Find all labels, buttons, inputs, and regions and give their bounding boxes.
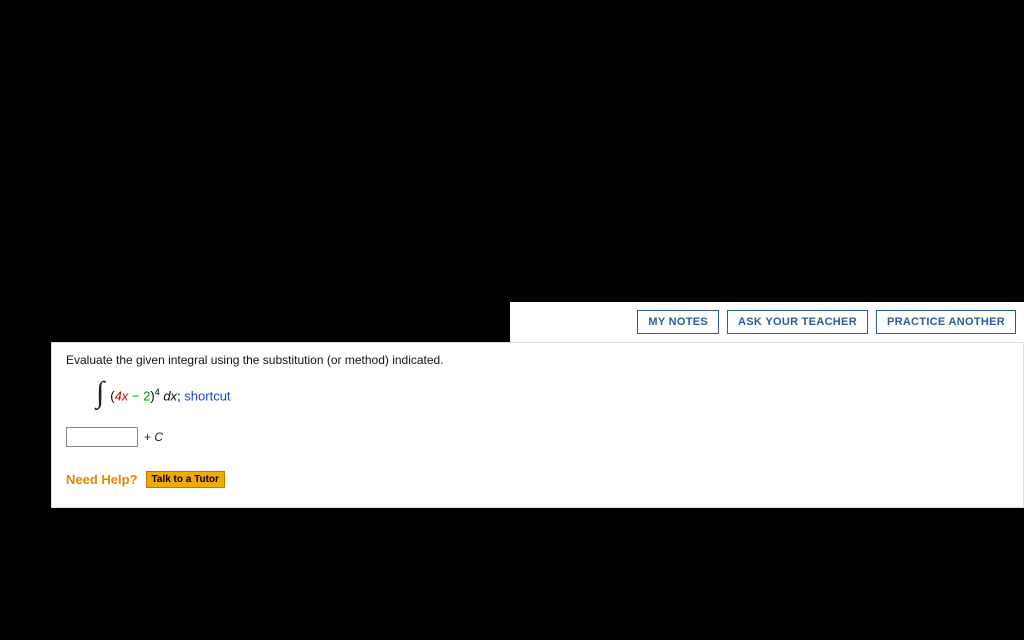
- ask-your-teacher-button[interactable]: ASK YOUR TEACHER: [727, 310, 868, 334]
- plus-c-suffix: + C: [144, 430, 163, 444]
- integral-expression: ∫ (4x − 2)4 dx; shortcut: [96, 377, 1009, 413]
- method-hint: shortcut: [184, 388, 230, 403]
- question-prompt: Evaluate the given integral using the su…: [66, 353, 1009, 367]
- term-4x: 4x: [115, 388, 129, 403]
- my-notes-button[interactable]: MY NOTES: [637, 310, 719, 334]
- integrand: (4x − 2)4 dx; shortcut: [110, 387, 230, 403]
- question-card: Evaluate the given integral using the su…: [51, 342, 1024, 508]
- answer-row: + C: [66, 427, 1009, 447]
- question-toolbar: MY NOTES ASK YOUR TEACHER PRACTICE ANOTH…: [510, 302, 1024, 342]
- integral-sign-icon: ∫: [96, 378, 104, 408]
- talk-to-tutor-button[interactable]: Talk to a Tutor: [146, 471, 225, 488]
- help-row: Need Help? Talk to a Tutor: [66, 471, 1009, 488]
- answer-input[interactable]: [66, 427, 138, 447]
- dx: dx: [160, 388, 177, 403]
- term-minus-2: − 2: [128, 388, 150, 403]
- need-help-label: Need Help?: [66, 472, 138, 487]
- practice-another-button[interactable]: PRACTICE ANOTHER: [876, 310, 1016, 334]
